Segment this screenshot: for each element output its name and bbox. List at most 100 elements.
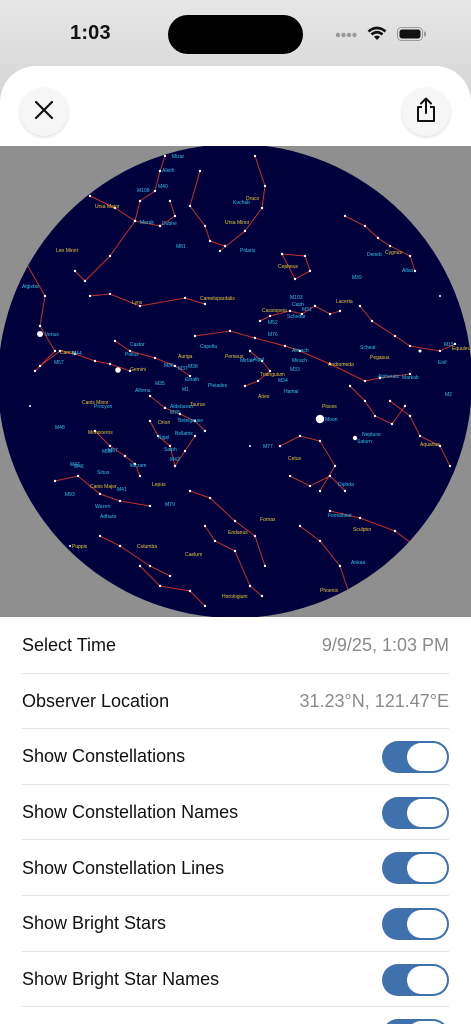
star xyxy=(348,594,352,598)
sky-label: M31 xyxy=(302,307,312,313)
star xyxy=(138,474,142,478)
star xyxy=(198,169,202,173)
sky-map[interactable]: Mizar Alioth M40 Ursa Major M108 Merak Dubhe M8… xyxy=(0,146,471,617)
star xyxy=(203,224,207,228)
sky-label: Lynx xyxy=(132,300,143,306)
partial-setting-toggle[interactable] xyxy=(382,1019,449,1024)
sky-label: M81 xyxy=(176,244,186,250)
row-label: Show Bright Star Names xyxy=(22,968,220,989)
wifi-icon xyxy=(367,26,387,46)
toggle-knob xyxy=(407,743,447,772)
star xyxy=(138,199,142,203)
star xyxy=(213,539,217,543)
star xyxy=(343,489,347,493)
row-label: Select Time xyxy=(22,635,117,656)
sky-label: Mirzam xyxy=(130,463,146,469)
observer-location-row[interactable]: Observer Location 31.23°N, 121.47°E xyxy=(0,674,471,730)
sky-label: Horologium xyxy=(222,594,248,600)
dynamic-island xyxy=(168,15,303,54)
sky-label: Cassiopeia xyxy=(262,308,287,314)
sky-label: Camelopardalis xyxy=(200,296,235,302)
star xyxy=(118,499,122,503)
sky-label: M67 xyxy=(108,448,118,454)
star xyxy=(358,516,362,520)
star xyxy=(338,309,342,313)
sky-chart[interactable]: Mizar Alioth M40 Ursa Major M108 Merak Dubhe M8… xyxy=(0,146,471,617)
sky-label: Algol xyxy=(253,357,264,363)
close-button[interactable] xyxy=(20,88,68,136)
sky-map-sheet: Mizar Alioth M40 Ursa Major M108 Merak Dubhe M8… xyxy=(0,66,471,1024)
show-constellation-lines-row: Show Constellation Lines xyxy=(0,840,471,896)
sky-label: Phoenix xyxy=(320,588,339,594)
sky-label: Canis Major xyxy=(90,484,117,490)
toggle-knob xyxy=(407,965,447,994)
sky-label: Alioth xyxy=(162,168,175,174)
sky-label: M15 xyxy=(444,342,454,348)
sky-label: Cetus xyxy=(288,456,302,462)
star xyxy=(394,585,396,587)
show-constellation-lines-toggle[interactable] xyxy=(382,852,449,885)
time-value[interactable]: 9/9/25, 1:03 PM xyxy=(322,635,449,656)
sky-label: Altair xyxy=(402,268,414,274)
sky-label: Sirius xyxy=(97,470,110,476)
star xyxy=(43,294,47,298)
sky-label: Mirfak xyxy=(240,358,254,364)
sky-label: M93 xyxy=(65,492,75,498)
star xyxy=(454,475,456,477)
battery-icon xyxy=(397,26,427,46)
sky-label: Merak xyxy=(140,220,154,226)
star xyxy=(148,564,152,568)
star xyxy=(258,319,262,323)
star xyxy=(29,405,31,407)
star xyxy=(333,464,337,468)
row-label: Observer Location xyxy=(22,690,170,711)
sky-label: M79 xyxy=(165,502,175,508)
star xyxy=(148,394,152,398)
row-label: Show Constellations xyxy=(22,746,186,767)
sky-label: M39 xyxy=(352,275,362,281)
sky-label: Almach xyxy=(292,348,309,354)
star xyxy=(38,324,42,328)
sky-label: Pleiades xyxy=(208,383,228,389)
star xyxy=(108,444,112,448)
star xyxy=(108,254,112,258)
show-constellations-toggle[interactable] xyxy=(382,741,449,774)
sky-label: Deneb xyxy=(367,252,382,258)
location-value[interactable]: 31.23°N, 121.47°E xyxy=(299,691,449,712)
sky-label: Ursa Major xyxy=(95,204,120,210)
star xyxy=(268,314,272,318)
star xyxy=(315,414,325,424)
star xyxy=(208,496,212,500)
sky-label: M2 xyxy=(445,392,452,398)
sky-label: Bellatrix xyxy=(175,431,193,437)
star xyxy=(363,399,367,403)
show-bright-stars-toggle[interactable] xyxy=(382,907,449,940)
star xyxy=(253,534,257,538)
star xyxy=(53,479,57,483)
sky-label: Equuleus xyxy=(452,346,471,352)
sky-label: Lepus xyxy=(152,482,166,488)
star xyxy=(173,214,177,218)
sky-label: Moon xyxy=(325,417,338,423)
star xyxy=(153,189,157,193)
sky-label: M103 xyxy=(290,295,303,301)
star xyxy=(413,269,417,273)
sky-label: Elnath xyxy=(185,377,199,383)
star xyxy=(448,464,452,468)
show-constellation-names-toggle[interactable] xyxy=(382,796,449,829)
sky-label: Lacerta xyxy=(336,299,353,305)
star xyxy=(173,364,177,368)
sky-label: Venus xyxy=(45,332,59,338)
sky-label: Capella xyxy=(200,344,217,350)
star xyxy=(263,564,267,568)
star xyxy=(278,444,282,448)
sky-label: Adhara xyxy=(100,514,116,520)
select-time-row[interactable]: Select Time 9/9/25, 1:03 PM xyxy=(0,618,471,674)
star xyxy=(318,439,322,443)
row-label: Show Constellation Lines xyxy=(22,857,225,878)
star xyxy=(343,214,347,218)
show-bright-star-names-toggle[interactable] xyxy=(382,963,449,996)
sky-label: M77 xyxy=(263,444,273,450)
star xyxy=(193,334,197,338)
share-button[interactable] xyxy=(402,88,450,136)
